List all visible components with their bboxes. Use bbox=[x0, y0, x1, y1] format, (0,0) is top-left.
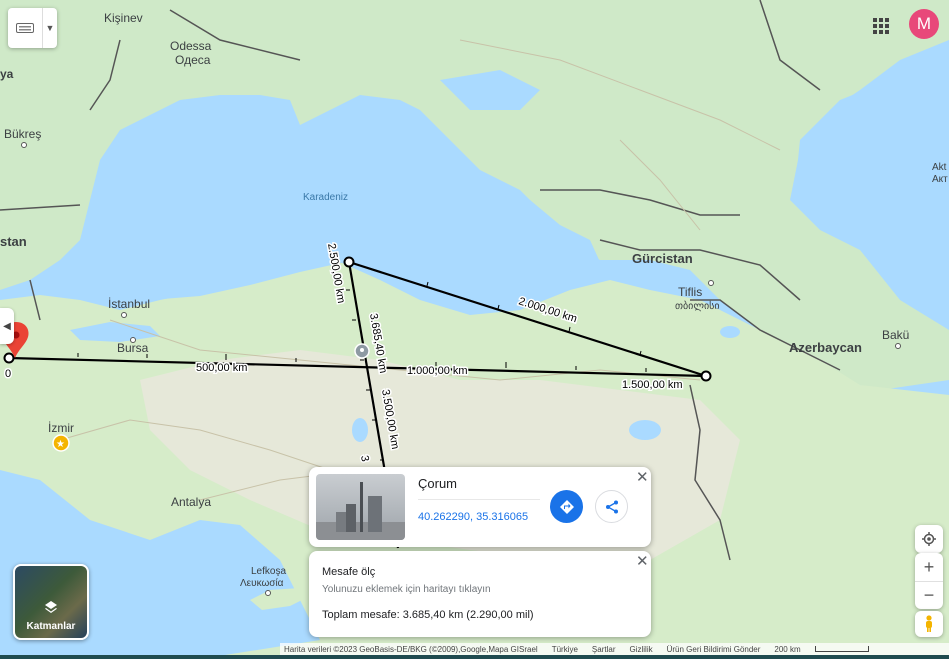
city-dot-baku bbox=[895, 343, 901, 349]
distance-label-1000: 1.000,00 km bbox=[407, 365, 468, 377]
label-stan: stan bbox=[0, 234, 27, 249]
distance-label-1500: 1.500,00 km bbox=[622, 379, 683, 391]
scale-bar bbox=[814, 646, 869, 652]
lake-sevan bbox=[720, 326, 740, 338]
label-odessa: Odessa bbox=[170, 39, 212, 53]
label-akt: Akt bbox=[932, 162, 947, 173]
attribution-text: Harita verileri ©2023 GeoBasis-DE/BKG (©… bbox=[284, 644, 538, 654]
place-photo[interactable] bbox=[316, 474, 405, 540]
share-button[interactable] bbox=[595, 490, 628, 523]
label-ya: ya bbox=[0, 67, 14, 81]
city-dot-lefkosa bbox=[265, 590, 271, 596]
close-icon[interactable]: ✕ bbox=[636, 554, 649, 569]
label-karadeniz: Karadeniz bbox=[303, 192, 348, 203]
measure-point-start[interactable] bbox=[3, 352, 15, 364]
location-target-icon bbox=[922, 532, 936, 546]
label-antalya: Antalya bbox=[171, 495, 211, 509]
keyboard-button[interactable]: ▼ bbox=[8, 8, 57, 48]
measure-point-north[interactable] bbox=[343, 256, 355, 268]
country-link[interactable]: Türkiye bbox=[552, 645, 578, 654]
label-tiflis-ka: თბილისი bbox=[675, 300, 720, 312]
layers-label: Katmanlar bbox=[26, 621, 76, 632]
chevron-left-icon: ◀ bbox=[3, 320, 11, 332]
lake-tuz bbox=[352, 418, 368, 442]
share-icon bbox=[605, 500, 618, 513]
apps-grid-icon[interactable] bbox=[869, 14, 893, 38]
measure-total: Toplam mesafe: 3.685,40 km (2.290,00 mil… bbox=[322, 609, 534, 621]
bottom-strip bbox=[0, 655, 949, 659]
street-view-pegman[interactable] bbox=[915, 611, 943, 637]
measure-hint: Yolunuzu eklemek için haritayı tıklayın bbox=[322, 584, 491, 595]
feedback-link[interactable]: Ürün Geri Bildirimi Gönder bbox=[667, 645, 761, 654]
measure-point-east[interactable] bbox=[700, 370, 712, 382]
city-dot-tiflis bbox=[708, 280, 714, 286]
corum-marker-dot bbox=[360, 348, 364, 352]
place-coordinates[interactable]: 40.262290, 35.316065 bbox=[418, 511, 528, 523]
close-icon[interactable]: ✕ bbox=[636, 470, 649, 485]
my-location-button[interactable] bbox=[915, 525, 943, 553]
label-lefkosa: Lefkoşa bbox=[251, 566, 286, 577]
city-dot-bukres bbox=[21, 142, 27, 148]
directions-button[interactable] bbox=[550, 490, 583, 523]
map-footer: Harita verileri ©2023 GeoBasis-DE/BKG (©… bbox=[280, 643, 949, 655]
label-baku: Bakü bbox=[882, 328, 909, 342]
distance-label-0: 0 bbox=[5, 368, 11, 380]
pegman-icon bbox=[926, 615, 932, 632]
scale-label[interactable]: 200 km bbox=[774, 645, 800, 654]
collapse-panel-button[interactable]: ◀ bbox=[0, 308, 14, 344]
zoom-out-button[interactable]: − bbox=[915, 582, 943, 609]
star-glyph: ★ bbox=[56, 439, 65, 450]
label-lefkosa-gr: Λευκωσία bbox=[240, 577, 284, 589]
label-kisinev: Kişinev bbox=[104, 11, 143, 25]
label-istanbul: İstanbul bbox=[108, 297, 150, 311]
label-bukres: Bükreş bbox=[4, 127, 41, 141]
layers-icon bbox=[45, 601, 57, 613]
distance-label-500: 500,00 km bbox=[196, 362, 247, 374]
label-izmir: İzmir bbox=[48, 421, 74, 435]
chevron-down-icon[interactable]: ▼ bbox=[43, 23, 57, 33]
label-odessa-uk: Одеса bbox=[175, 53, 211, 67]
lake-van bbox=[629, 420, 661, 440]
keyboard-icon bbox=[8, 8, 43, 48]
directions-icon bbox=[559, 499, 574, 514]
layers-button[interactable]: Katmanlar bbox=[13, 564, 89, 640]
label-tiflis: Tiflis bbox=[678, 285, 702, 299]
place-card[interactable]: Çorum 40.262290, 35.316065 ✕ bbox=[309, 467, 651, 547]
zoom-control: + − bbox=[915, 553, 943, 609]
zoom-in-button[interactable]: + bbox=[915, 554, 943, 582]
account-avatar[interactable]: M bbox=[909, 9, 939, 39]
measure-title: Mesafe ölç bbox=[322, 566, 376, 578]
city-dot-bursa bbox=[130, 337, 136, 343]
place-divider bbox=[418, 499, 540, 500]
label-bursa: Bursa bbox=[117, 341, 149, 355]
label-akt-ru: Акт bbox=[932, 174, 948, 185]
privacy-link[interactable]: Gizlilik bbox=[629, 645, 652, 654]
label-gurcistan: Gürcistan bbox=[632, 251, 693, 266]
measure-distance-panel: Mesafe ölç Yolunuzu eklemek için haritay… bbox=[309, 551, 651, 637]
place-title: Çorum bbox=[418, 476, 458, 491]
label-azerbaycan: Azerbaycan bbox=[789, 340, 862, 355]
city-dot-istanbul bbox=[121, 312, 127, 318]
terms-link[interactable]: Şartlar bbox=[592, 645, 616, 654]
